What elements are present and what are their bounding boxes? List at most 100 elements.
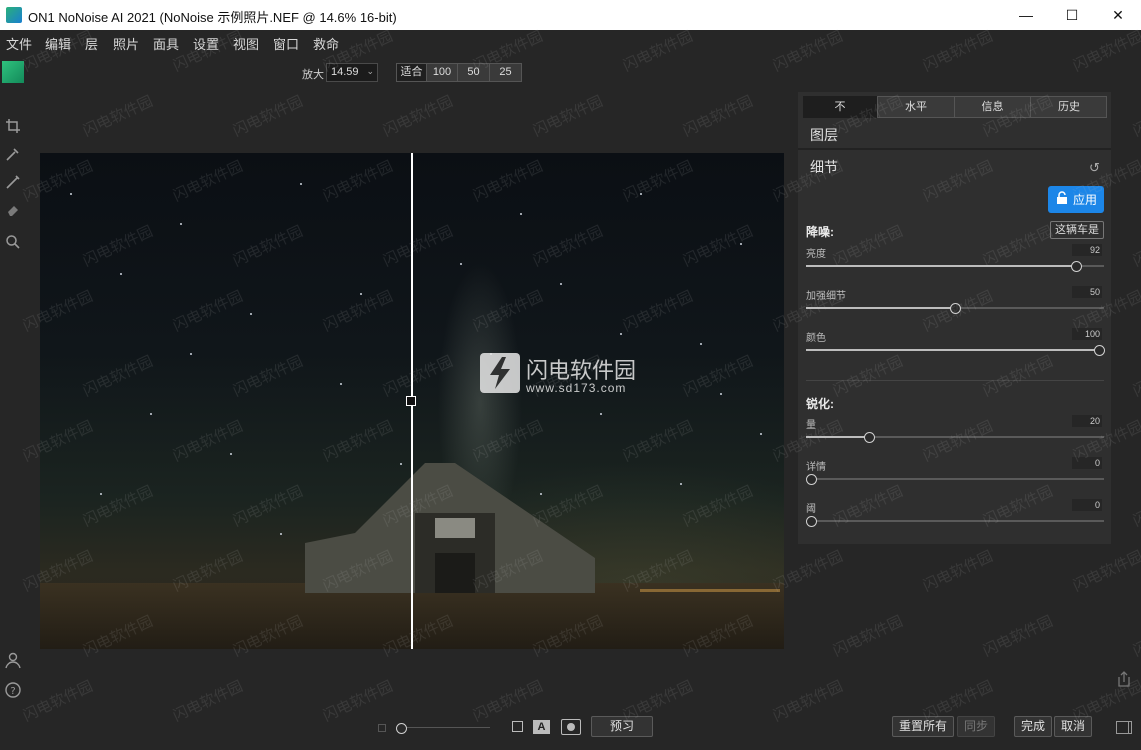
- menu-bar: 文件 编辑 层 照片 面具 设置 视图 窗口 救命: [0, 30, 1141, 54]
- reset-all-button[interactable]: 重置所有: [892, 716, 954, 737]
- noise-slider-knob[interactable]: [1070, 261, 1082, 272]
- apply-button[interactable]: 应用: [1048, 186, 1104, 213]
- crop-icon[interactable]: [2, 115, 24, 137]
- menu-layer[interactable]: 层: [85, 34, 98, 53]
- watermark-tile: 闪电软件园: [1130, 352, 1141, 400]
- window-title: ON1 NoNoise AI 2021 (NoNoise 示例照片.NEF @ …: [28, 10, 397, 25]
- minimize-button[interactable]: —: [1003, 0, 1049, 30]
- noise-slider-value[interactable]: 50: [1072, 286, 1102, 298]
- nonoise-ai-icon[interactable]: [2, 61, 24, 83]
- watermark-tile: 闪电软件园: [530, 92, 606, 140]
- preview-slider-track[interactable]: [400, 727, 490, 728]
- preview-button[interactable]: 预习: [591, 716, 653, 737]
- right-panel: [798, 92, 1111, 544]
- preset-button[interactable]: 这辆车是: [1050, 221, 1104, 239]
- sharpen-slider-knob[interactable]: [806, 516, 817, 527]
- cancel-button[interactable]: 取消: [1054, 716, 1092, 737]
- noise-slider-knob[interactable]: [1094, 345, 1105, 356]
- barn-silhouette: [305, 463, 595, 593]
- menu-photo[interactable]: 照片: [113, 34, 139, 53]
- noise-slider-fill: [806, 265, 1081, 267]
- sharpen-slider-track[interactable]: [806, 520, 1104, 522]
- tab-levels[interactable]: 水平: [878, 96, 955, 118]
- tab-info[interactable]: 信息: [955, 96, 1031, 118]
- menu-settings[interactable]: 设置: [193, 34, 219, 53]
- menu-file[interactable]: 文件: [6, 34, 32, 53]
- apply-label: 应用: [1072, 193, 1097, 207]
- horizon-lights: [640, 589, 780, 592]
- reset-icon[interactable]: ↺: [1089, 160, 1100, 176]
- noise-slider-fill: [806, 349, 1104, 351]
- zoom-value: 14.59: [331, 66, 359, 78]
- sharpen-slider-label: 量: [806, 420, 816, 431]
- watermark-tile: 闪电软件园: [920, 547, 996, 595]
- menu-view[interactable]: 视图: [233, 34, 259, 53]
- sharpen-slider-fill: [806, 436, 866, 438]
- zoom-50-button[interactable]: 50: [457, 63, 490, 82]
- zoom-100-button[interactable]: 100: [426, 63, 458, 82]
- eraser-icon[interactable]: [2, 199, 24, 221]
- watermark-tile: 闪电软件园: [1130, 612, 1141, 660]
- tab-none[interactable]: 不: [803, 96, 878, 118]
- detail-title: 细节: [810, 159, 838, 175]
- mask-dot-icon: [567, 723, 575, 731]
- title-bar: ON1 NoNoise AI 2021 (NoNoise 示例照片.NEF @ …: [0, 0, 1141, 30]
- zoom-25-button[interactable]: 25: [489, 63, 522, 82]
- menu-window[interactable]: 窗口: [273, 34, 299, 53]
- compare-handle[interactable]: [406, 396, 416, 406]
- help-icon[interactable]: ?: [2, 679, 24, 701]
- sharpen-slider-knob[interactable]: [806, 474, 817, 485]
- watermark-logo-icon: [480, 353, 520, 393]
- square-view-icon[interactable]: [512, 721, 523, 732]
- svg-text:?: ?: [10, 686, 15, 697]
- watermark-tile: 闪电软件园: [230, 92, 306, 140]
- sharpen-slider-knob[interactable]: [863, 432, 875, 443]
- noise-slider-fill: [806, 307, 955, 309]
- zoom-label: 放大: [302, 69, 324, 81]
- menu-help[interactable]: 救命: [313, 34, 339, 53]
- watermark-url: www.sd173.com: [526, 381, 627, 395]
- noise-slider-label: 颜色: [806, 333, 826, 344]
- unlock-icon: [1055, 191, 1069, 208]
- chevron-down-icon: ⌄: [366, 66, 374, 76]
- brush-icon[interactable]: [2, 143, 24, 165]
- watermark-tile: 闪电软件园: [1130, 222, 1141, 270]
- tab-history[interactable]: 历史: [1031, 96, 1107, 118]
- noise-slider-label: 亮度: [806, 249, 826, 260]
- menu-mask[interactable]: 面具: [153, 34, 179, 53]
- watermark-tile: 闪电软件园: [80, 92, 156, 140]
- user-icon[interactable]: [2, 649, 24, 671]
- preview-slider-knob[interactable]: [396, 723, 407, 734]
- zoom-tool-icon[interactable]: [2, 231, 24, 253]
- export-icon[interactable]: [1116, 670, 1132, 688]
- watermark-tile: 闪电软件园: [1130, 92, 1141, 140]
- noise-slider-knob[interactable]: [950, 303, 961, 314]
- watermark-tile: 闪电软件园: [830, 612, 906, 660]
- noise-slider-value[interactable]: 92: [1072, 244, 1102, 256]
- close-button[interactable]: ✕: [1095, 0, 1141, 30]
- menu-edit[interactable]: 编辑: [45, 34, 71, 53]
- sharpen-slider-value[interactable]: 20: [1072, 415, 1102, 427]
- layers-title: 图层: [810, 127, 838, 143]
- sharpen-slider-track[interactable]: [806, 478, 1104, 480]
- zoom-select[interactable]: 14.59 ⌄: [326, 63, 378, 82]
- watermark-tile: 闪电软件园: [20, 677, 96, 725]
- watermark-tile: 闪电软件园: [980, 612, 1056, 660]
- sharpen-slider-value[interactable]: 0: [1072, 499, 1102, 511]
- app-icon: [6, 7, 22, 23]
- maximize-button[interactable]: ☐: [1049, 0, 1095, 30]
- text-overlay-icon[interactable]: A: [533, 720, 550, 734]
- done-button[interactable]: 完成: [1014, 716, 1052, 737]
- noise-slider-value[interactable]: 100: [1072, 328, 1102, 340]
- watermark-tile: 闪电软件园: [1130, 482, 1141, 530]
- watermark-tile: 闪电软件园: [770, 677, 846, 725]
- compare-small-icon[interactable]: [378, 724, 386, 732]
- watermark-tile: 闪电软件园: [680, 92, 756, 140]
- line-mask-icon[interactable]: [2, 171, 24, 193]
- sync-button[interactable]: 同步: [957, 716, 995, 737]
- sharpen-slider-value[interactable]: 0: [1072, 457, 1102, 469]
- panel-toggle-icon[interactable]: [1116, 721, 1132, 734]
- zoom-fit-button[interactable]: 适合: [396, 63, 427, 82]
- mask-view-icon[interactable]: [561, 719, 581, 735]
- sharpen-slider-label: 阈: [806, 504, 816, 515]
